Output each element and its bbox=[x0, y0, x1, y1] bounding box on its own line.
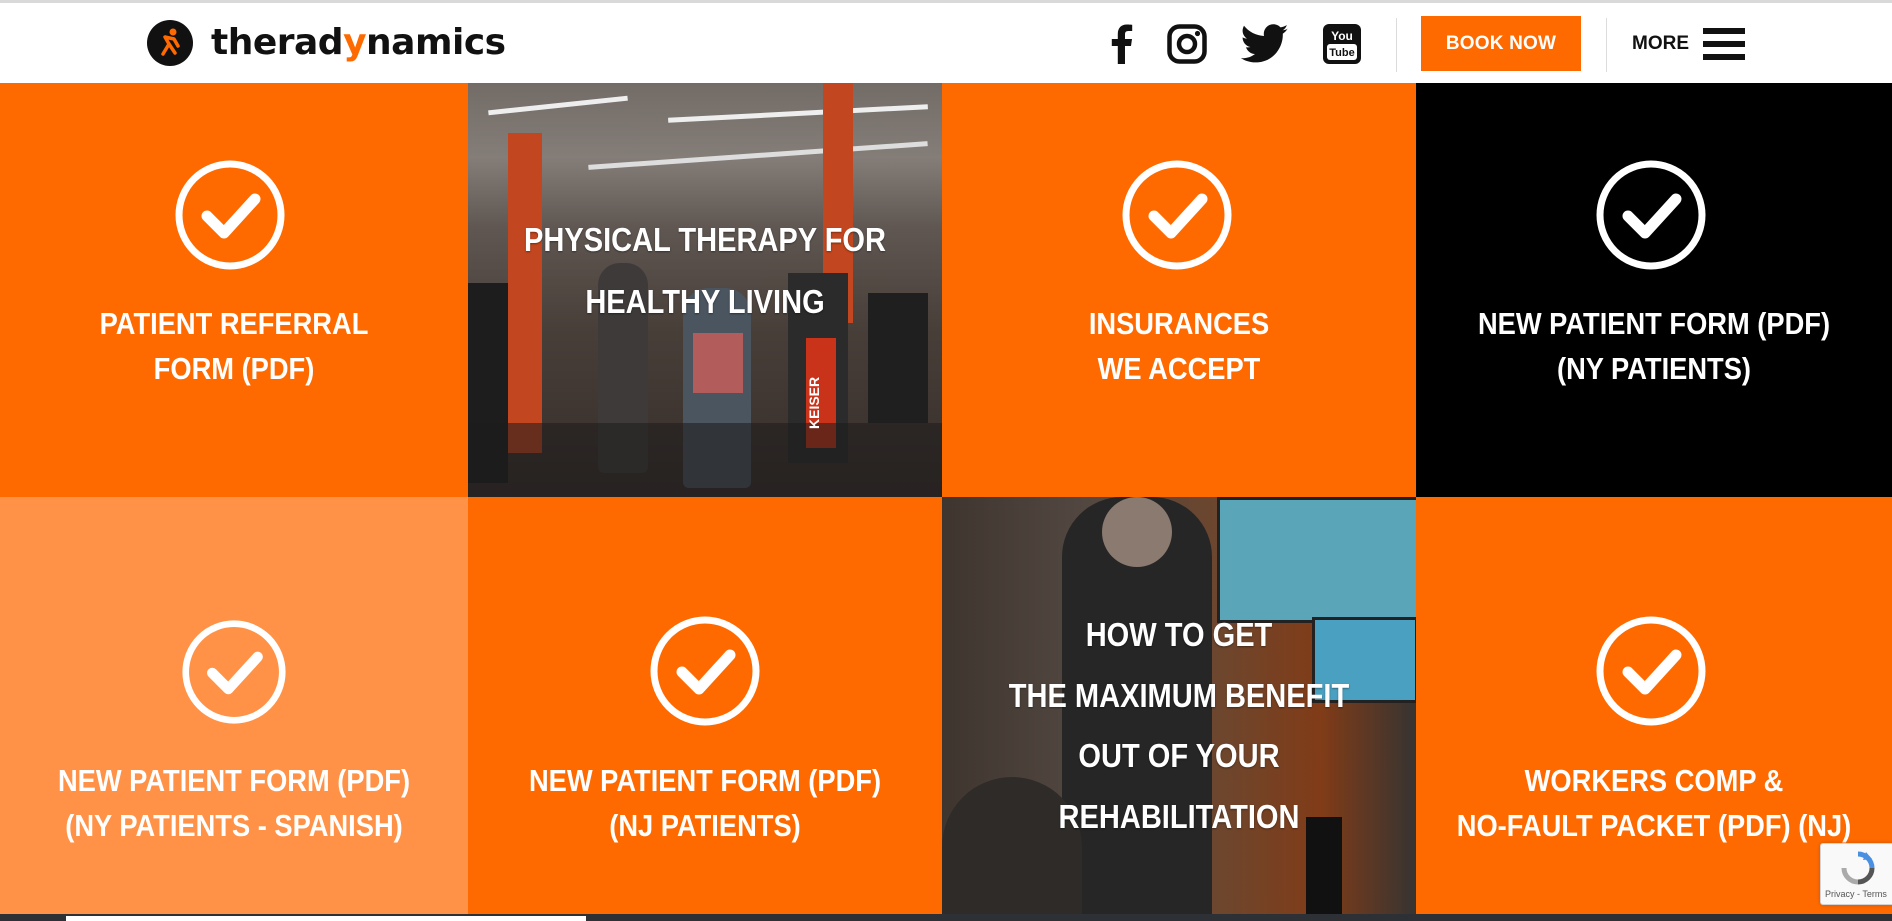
facebook-link[interactable] bbox=[1102, 23, 1142, 65]
taskbar-strip bbox=[0, 914, 1892, 921]
youtube-icon-text-bottom: Tube bbox=[1329, 47, 1354, 59]
check-circle-icon bbox=[1596, 616, 1706, 726]
tile-label-line: NEW PATIENT FORM (PDF) bbox=[1477, 306, 1831, 341]
tile-label: WORKERS COMP & NO-FAULT PACKET (PDF) (NJ… bbox=[1445, 758, 1864, 848]
logo-text-post: namics bbox=[366, 22, 506, 63]
facebook-icon bbox=[1111, 24, 1133, 64]
tile-rehabilitation-photo[interactable]: HOW TO GET THE MAXIMUM BENEFIT OUT OF YO… bbox=[942, 497, 1416, 914]
person-head bbox=[1102, 497, 1172, 567]
tile-overlay-title: HOW TO GET THE MAXIMUM BENEFIT OUT OF YO… bbox=[970, 605, 1387, 847]
tile-physical-therapy-photo[interactable]: KEISER PHYSICAL THERAPY FOR HEALTHY LIVI… bbox=[468, 83, 942, 497]
youtube-icon: You Tube bbox=[1323, 24, 1361, 64]
tile-label: PATIENT REFERRAL FORM (PDF) bbox=[28, 301, 440, 391]
tile-label-line: OUT OF YOUR bbox=[1078, 737, 1280, 774]
site-header: theradynamics You Tube BOOK NOW MORE bbox=[0, 3, 1892, 83]
tile-label-line: THE MAXIMUM BENEFIT bbox=[1008, 676, 1350, 714]
recaptcha-badge[interactable]: Privacy - Terms bbox=[1820, 843, 1892, 905]
check-circle-icon bbox=[1122, 160, 1232, 270]
logo-text-accent: y bbox=[343, 22, 367, 63]
tile-label-line: NEW PATIENT FORM (PDF) bbox=[528, 763, 882, 798]
hamburger-icon bbox=[1703, 28, 1745, 60]
floor bbox=[468, 423, 942, 497]
check-circle-icon bbox=[182, 620, 286, 724]
tile-label-line: (NJ PATIENTS) bbox=[609, 808, 801, 843]
tile-insurances[interactable]: INSURANCES WE ACCEPT bbox=[942, 83, 1416, 497]
tile-label: NEW PATIENT FORM (PDF) (NJ PATIENTS) bbox=[496, 758, 913, 848]
scrollbar-thumb[interactable] bbox=[66, 916, 586, 921]
header-divider bbox=[1396, 18, 1397, 72]
tile-label-line: HEALTHY LIVING bbox=[585, 283, 825, 320]
site-logo[interactable]: theradynamics bbox=[147, 20, 506, 66]
tile-label-line: REHABILITATION bbox=[1058, 797, 1300, 835]
check-circle-icon bbox=[175, 160, 285, 270]
tile-label-line: WE ACCEPT bbox=[1097, 351, 1261, 386]
recaptcha-icon bbox=[1841, 851, 1875, 885]
tile-label-line: HOW TO GET bbox=[1085, 616, 1273, 653]
tile-label-line: (NY PATIENTS - SPANISH) bbox=[65, 808, 403, 843]
twitter-link[interactable] bbox=[1238, 23, 1292, 65]
ceiling-light bbox=[488, 95, 628, 116]
tile-overlay-title: PHYSICAL THERAPY FOR HEALTHY LIVING bbox=[496, 209, 913, 333]
recaptcha-terms-link[interactable]: Privacy - Terms bbox=[1825, 889, 1887, 899]
tile-label: INSURANCES WE ACCEPT bbox=[970, 301, 1387, 391]
person-shirt bbox=[693, 333, 743, 393]
tile-label-line: PHYSICAL THERAPY FOR bbox=[524, 221, 886, 258]
youtube-link[interactable]: You Tube bbox=[1322, 23, 1362, 65]
ceiling-light bbox=[588, 141, 928, 170]
tile-label-line: INSURANCES bbox=[1088, 306, 1270, 341]
header-divider bbox=[1606, 18, 1607, 72]
tile-new-patient-form-ny[interactable]: NEW PATIENT FORM (PDF) (NY PATIENTS) bbox=[1416, 83, 1892, 497]
logo-mark-icon bbox=[147, 20, 193, 66]
twitter-icon bbox=[1241, 24, 1289, 63]
book-now-button[interactable]: BOOK NOW bbox=[1421, 16, 1581, 71]
check-circle-icon bbox=[650, 616, 760, 726]
tile-new-patient-form-ny-spanish[interactable]: NEW PATIENT FORM (PDF) (NY PATIENTS - SP… bbox=[0, 497, 468, 914]
check-circle-icon bbox=[1596, 160, 1706, 270]
tile-new-patient-form-nj[interactable]: NEW PATIENT FORM (PDF) (NJ PATIENTS) bbox=[468, 497, 942, 914]
ceiling-light bbox=[668, 104, 928, 123]
tile-label-line: WORKERS COMP & bbox=[1524, 763, 1784, 798]
tile-label: NEW PATIENT FORM (PDF) (NY PATIENTS - SP… bbox=[28, 758, 440, 848]
tile-label-line: NEW PATIENT FORM (PDF) bbox=[57, 763, 411, 798]
tile-label-line: (NY PATIENTS) bbox=[1556, 351, 1751, 386]
more-label: MORE bbox=[1632, 33, 1689, 54]
instagram-icon bbox=[1167, 24, 1207, 64]
equipment-brand: KEISER bbox=[806, 376, 822, 430]
tile-label-line: FORM (PDF) bbox=[153, 351, 315, 386]
instagram-link[interactable] bbox=[1166, 23, 1208, 65]
more-menu-button[interactable]: MORE bbox=[1632, 25, 1745, 63]
tile-patient-referral-form[interactable]: PATIENT REFERRAL FORM (PDF) bbox=[0, 83, 468, 497]
tile-label: NEW PATIENT FORM (PDF) (NY PATIENTS) bbox=[1445, 301, 1864, 391]
tile-label-line: PATIENT REFERRAL bbox=[99, 306, 369, 341]
logo-wordmark: theradynamics bbox=[211, 20, 506, 66]
tile-label-line: NO-FAULT PACKET (PDF) (NJ) bbox=[1456, 808, 1852, 843]
youtube-icon-text-top: You bbox=[1331, 29, 1353, 43]
logo-text-pre: therad bbox=[211, 22, 344, 63]
